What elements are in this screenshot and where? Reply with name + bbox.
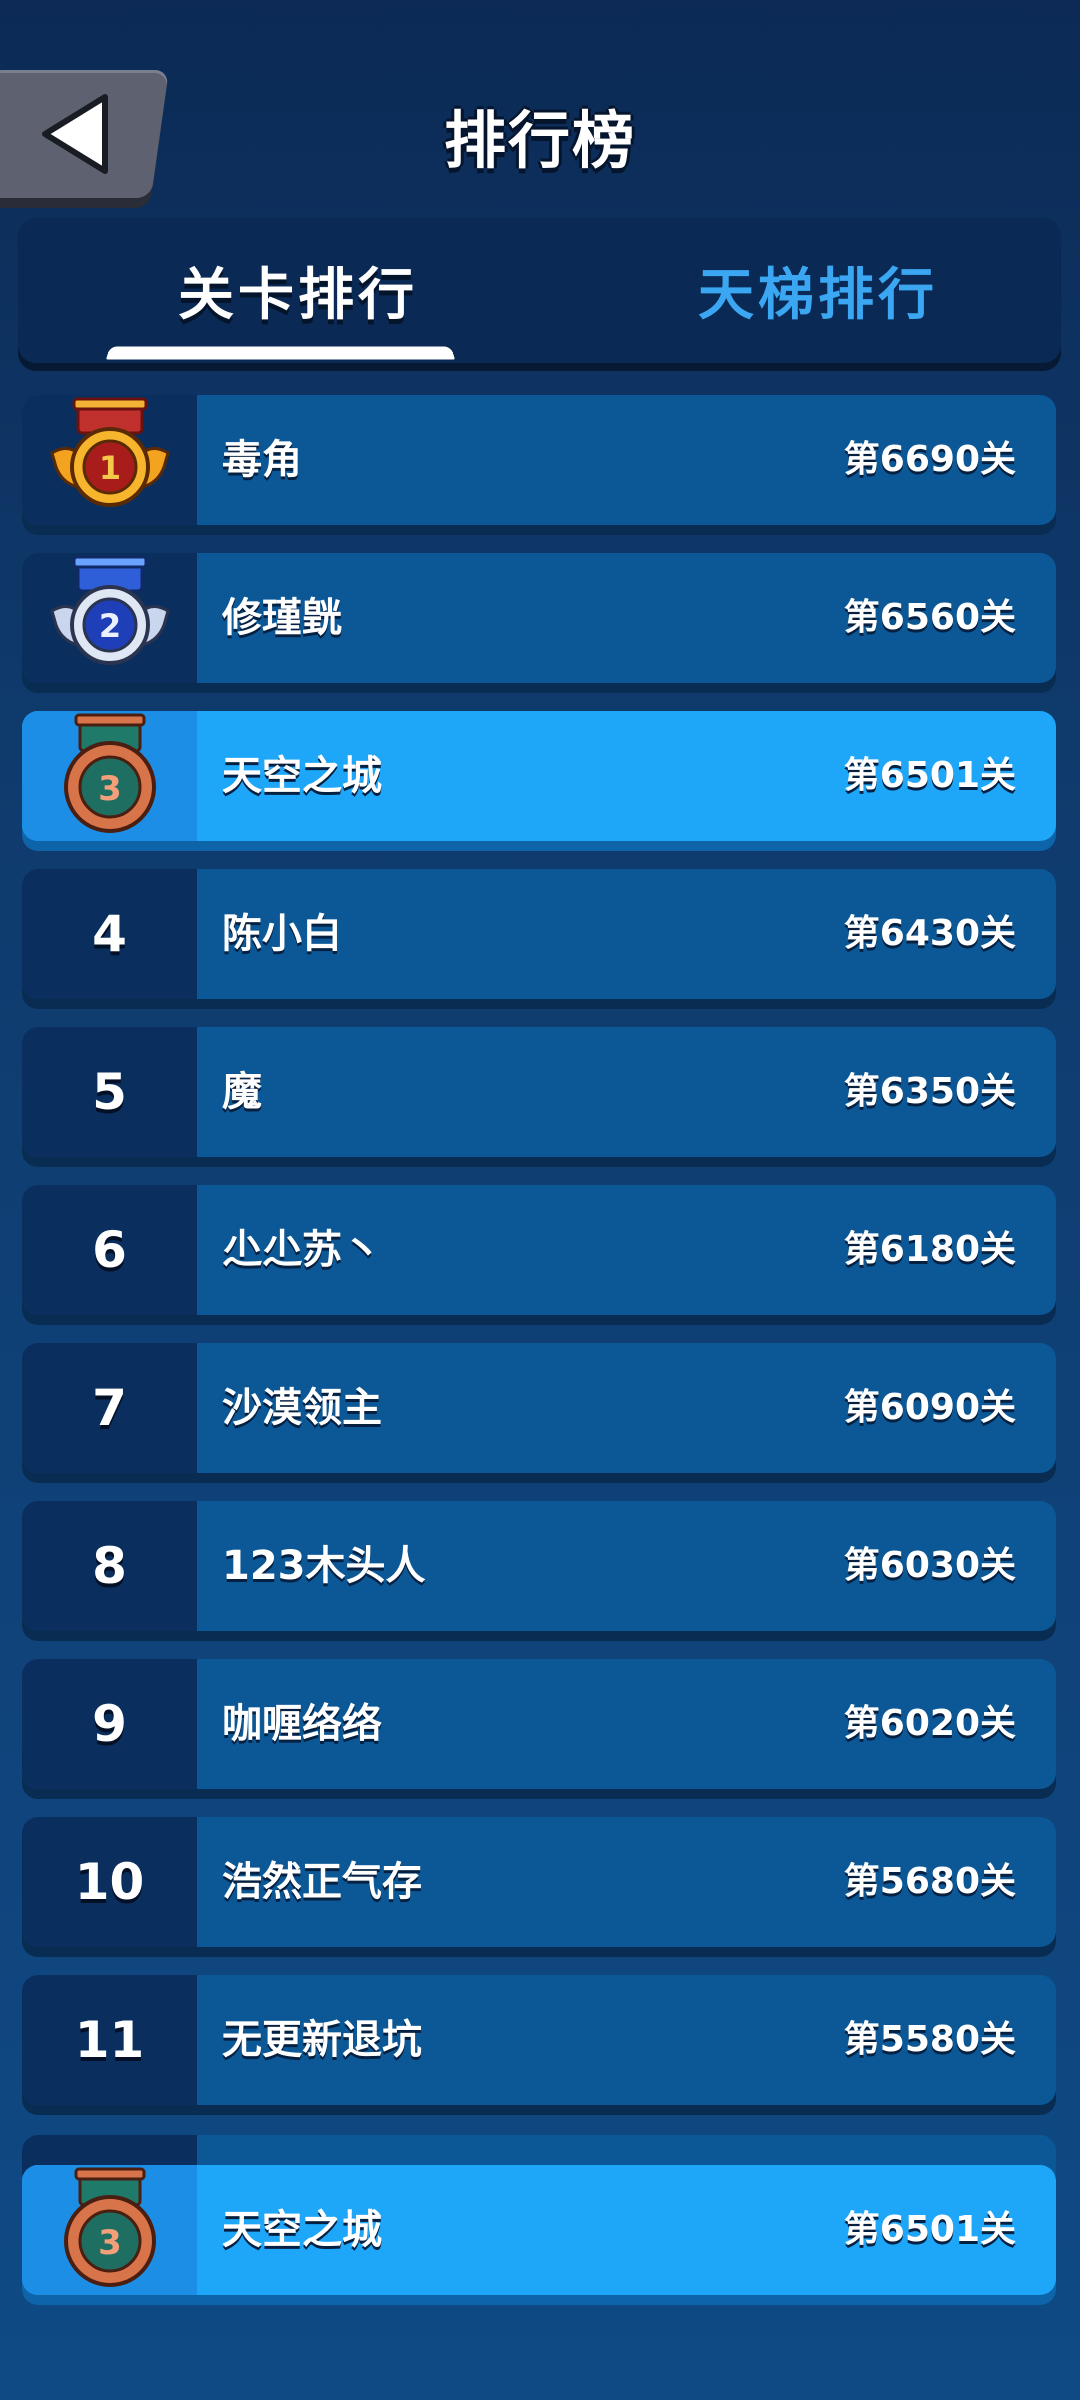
gold-medal-icon: 1	[50, 397, 170, 507]
rank-number: 7	[92, 1379, 127, 1437]
ranking-row-6[interactable]: 6 尐尐苏丶 第6180关	[22, 1185, 1056, 1315]
active-tab-indicator	[105, 346, 456, 360]
ranking-row-4[interactable]: 4 陈小白 第6430关	[22, 869, 1056, 999]
ranking-row-2[interactable]: 2 修瑾皝 第6560关	[22, 553, 1056, 683]
player-name: 咖喱络络	[222, 1701, 382, 1747]
rank-number: 4	[92, 905, 127, 963]
player-name: 浩然正气存	[222, 1859, 422, 1905]
player-name: 无更新退坑	[222, 2017, 422, 2063]
player-score: 第5680关	[843, 1861, 1016, 1902]
player-score: 第6501关	[843, 755, 1016, 796]
player-name: 毒角	[222, 437, 302, 483]
tab-bar: 关卡排行 天梯排行	[18, 218, 1061, 363]
rank-number: 11	[74, 2011, 145, 2069]
ranking-row-3[interactable]: 3 天空之城 第6501关	[22, 711, 1056, 841]
rank-number: 8	[92, 1537, 127, 1595]
ranking-row-9[interactable]: 9 咖喱络络 第6020关	[22, 1659, 1056, 1789]
ranking-row-11[interactable]: 11 无更新退坑 第5580关	[22, 1975, 1056, 2105]
ranking-row-7[interactable]: 7 沙漠领主 第6090关	[22, 1343, 1056, 1473]
rank-number: 5	[92, 1063, 127, 1121]
player-name: 陈小白	[222, 911, 342, 957]
rank-number: 6	[92, 1221, 127, 1279]
rank-number: 10	[74, 1853, 145, 1911]
svg-text:3: 3	[98, 2223, 122, 2263]
ranking-row-10[interactable]: 10 浩然正气存 第5680关	[22, 1817, 1056, 1947]
svg-text:2: 2	[99, 607, 121, 645]
player-name: 天空之城	[222, 2207, 382, 2253]
player-name: 尐尐苏丶	[222, 1227, 382, 1273]
bronze-medal-icon: 3	[64, 2167, 156, 2287]
ranking-row-1[interactable]: 1 毒角 第6690关	[22, 395, 1056, 525]
bronze-medal-icon: 3	[64, 713, 156, 833]
player-score: 第6180关	[843, 1229, 1016, 1270]
player-score: 第6501关	[843, 2209, 1016, 2250]
tab-ladder-ranking[interactable]: 天梯排行	[598, 218, 1038, 363]
rank-number: 9	[92, 1695, 127, 1753]
svg-text:1: 1	[99, 449, 121, 487]
player-score: 第6690关	[843, 439, 1016, 480]
player-score: 第6090关	[843, 1387, 1016, 1428]
ranking-row-8[interactable]: 8 123木头人 第6030关	[22, 1501, 1056, 1631]
svg-text:3: 3	[98, 769, 122, 809]
silver-medal-icon: 2	[50, 555, 170, 665]
player-score: 第6030关	[843, 1545, 1016, 1586]
player-name: 修瑾皝	[222, 595, 342, 641]
tab-level-ranking[interactable]: 关卡排行	[78, 218, 518, 363]
player-name: 魔	[222, 1069, 262, 1115]
player-name: 天空之城	[222, 753, 382, 799]
player-name: 123木头人	[222, 1543, 426, 1589]
player-score: 第6560关	[843, 597, 1016, 638]
player-score: 第5580关	[843, 2019, 1016, 2060]
player-name: 沙漠领主	[222, 1385, 382, 1431]
my-rank-row[interactable]: 3 天空之城 第6501关	[22, 2165, 1056, 2295]
ranking-row-5[interactable]: 5 魔 第6350关	[22, 1027, 1056, 1157]
player-score: 第6020关	[843, 1703, 1016, 1744]
player-score: 第6350关	[843, 1071, 1016, 1112]
page-title: 排行榜	[443, 104, 636, 177]
player-score: 第6430关	[843, 913, 1016, 954]
